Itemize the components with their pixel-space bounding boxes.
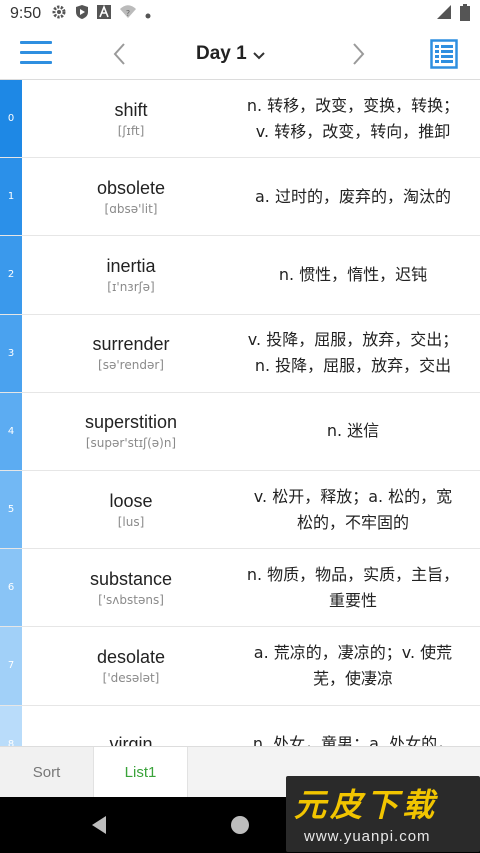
word-definition: n. 物质，物品，实质，主旨，重要性 bbox=[246, 564, 460, 610]
dot-icon bbox=[145, 5, 151, 23]
chevron-left-icon[interactable] bbox=[106, 40, 134, 68]
word-text: shift bbox=[114, 99, 148, 120]
word-definition: v. 投降，屈服，放弃，交出；n. 投降，屈服，放弃，交出 bbox=[247, 330, 459, 376]
home-circle-icon[interactable] bbox=[231, 816, 249, 834]
word-phonetic: [ɑbsə'lit] bbox=[104, 201, 158, 216]
word-text: substance bbox=[89, 568, 173, 589]
word-index: 1 bbox=[0, 158, 22, 236]
word-definition: n. 转移，改变，变换，转换；v. 转移，改变，转向，推卸 bbox=[246, 95, 460, 141]
word-phonetic: ['desələt] bbox=[102, 670, 160, 685]
watermark-logo: 元皮下载 bbox=[294, 786, 439, 824]
signal-icon bbox=[436, 4, 452, 24]
word-cell: virgin bbox=[22, 706, 240, 746]
watermark: 元皮下载 www.yuanpi.com bbox=[286, 776, 480, 852]
word-cell: surrender [sə'rendər] bbox=[22, 315, 240, 392]
definition-cell: v. 松开，释放；a. 松的，宽松的，不牢固的 bbox=[240, 471, 480, 548]
word-row[interactable]: 6 substance ['sʌbstəns] n. 物质，物品，实质，主旨，重要性 bbox=[0, 549, 480, 628]
app-a-icon bbox=[97, 4, 112, 23]
app-bar: Day 1 bbox=[0, 28, 480, 80]
wifi-question-icon: ? bbox=[119, 5, 137, 23]
status-time: 9:50 bbox=[10, 5, 42, 22]
word-definition: n. 迷信 bbox=[326, 421, 380, 441]
definition-cell: a. 过时的，废弃的，淘汰的 bbox=[240, 158, 480, 235]
word-row[interactable]: 8 virgin n. 处女，童男；a. 处女的， bbox=[0, 705, 480, 746]
word-cell: obsolete [ɑbsə'lit] bbox=[22, 158, 240, 235]
word-index: 2 bbox=[0, 236, 22, 314]
day-selector[interactable]: Day 1 bbox=[196, 40, 296, 68]
word-index: 0 bbox=[0, 80, 22, 158]
tab-list1[interactable]: List1 bbox=[94, 747, 188, 797]
word-text: surrender bbox=[92, 334, 170, 355]
word-text: loose bbox=[109, 490, 153, 511]
word-cell: substance ['sʌbstəns] bbox=[22, 549, 240, 626]
status-bar: 9:50 ? bbox=[0, 0, 480, 28]
battery-icon bbox=[460, 3, 470, 25]
word-row[interactable]: 4 superstition [supər'stɪʃ(ə)n] n. 迷信 bbox=[0, 392, 480, 471]
word-index: 3 bbox=[0, 314, 22, 392]
word-phonetic: [sə'rendər] bbox=[98, 358, 164, 373]
word-index: 5 bbox=[0, 470, 22, 549]
word-row[interactable]: 5 loose [lus] v. 松开，释放；a. 松的，宽松的，不牢固的 bbox=[0, 470, 480, 550]
word-index: 7 bbox=[0, 627, 22, 705]
word-list[interactable]: 0 shift [ʃɪft] n. 转移，改变，变换，转换；v. 转移，改变，转向，推… bbox=[0, 80, 480, 746]
tab-sort[interactable]: Sort bbox=[0, 747, 94, 797]
word-cell: inertia [ɪ'nɜrʃə] bbox=[22, 236, 240, 313]
hamburger-menu-icon[interactable] bbox=[20, 41, 52, 67]
gear-icon bbox=[51, 4, 67, 24]
definition-cell: n. 迷信 bbox=[240, 393, 480, 470]
word-text: inertia bbox=[106, 255, 156, 276]
word-index: 6 bbox=[0, 549, 22, 627]
definition-cell: a. 荒凉的，凄凉的；v. 使荒芜，使凄凉 bbox=[240, 627, 480, 704]
word-phonetic: [supər'stɪʃ(ə)n] bbox=[85, 436, 177, 451]
shield-icon bbox=[75, 4, 89, 24]
word-definition: v. 松开，释放；a. 松的，宽松的，不牢固的 bbox=[253, 486, 453, 532]
word-cell: superstition [supər'stɪʃ(ə)n] bbox=[22, 393, 240, 470]
word-definition: a. 过时的，废弃的，淘汰的 bbox=[255, 186, 451, 206]
back-triangle-icon[interactable] bbox=[90, 815, 108, 839]
word-text: virgin bbox=[109, 734, 153, 746]
word-text: superstition bbox=[84, 412, 178, 433]
word-phonetic: [lus] bbox=[117, 514, 145, 529]
word-index: 4 bbox=[0, 392, 22, 470]
chevron-down-icon bbox=[252, 46, 266, 65]
list-view-icon[interactable] bbox=[430, 39, 458, 69]
definition-cell: n. 物质，物品，实质，主旨，重要性 bbox=[240, 549, 480, 626]
word-row[interactable]: 1 obsolete [ɑbsə'lit] a. 过时的，废弃的，淘汰的 bbox=[0, 158, 480, 237]
word-index: 8 bbox=[0, 705, 22, 746]
definition-cell: v. 投降，屈服，放弃，交出；n. 投降，屈服，放弃，交出 bbox=[240, 315, 480, 392]
svg-text:?: ? bbox=[126, 9, 130, 18]
word-phonetic: [ɪ'nɜrʃə] bbox=[107, 279, 155, 294]
definition-cell: n. 转移，改变，变换，转换；v. 转移，改变，转向，推卸 bbox=[240, 80, 480, 157]
word-definition: n. 惯性，惰性，迟钝 bbox=[278, 264, 428, 284]
word-row[interactable]: 3 surrender [sə'rendər] v. 投降，屈服，放弃，交出；n. 投… bbox=[0, 314, 480, 393]
word-cell: shift [ʃɪft] bbox=[22, 80, 240, 157]
word-cell: loose [lus] bbox=[22, 471, 240, 548]
word-definition: n. 处女，童男；a. 处女的， bbox=[252, 734, 454, 746]
status-right bbox=[436, 3, 470, 25]
word-row[interactable]: 0 shift [ʃɪft] n. 转移，改变，变换，转换；v. 转移，改变，转向，推… bbox=[0, 80, 480, 159]
word-phonetic: ['sʌbstəns] bbox=[98, 592, 164, 607]
word-definition: a. 荒凉的，凄凉的；v. 使荒芜，使凄凉 bbox=[253, 642, 453, 688]
watermark-url: www.yuanpi.com bbox=[304, 828, 431, 845]
page-title: Day 1 bbox=[196, 43, 247, 64]
definition-cell: n. 处女，童男；a. 处女的， bbox=[240, 706, 480, 746]
word-phonetic: [ʃɪft] bbox=[117, 123, 145, 138]
word-text: obsolete bbox=[96, 177, 166, 198]
word-cell: desolate ['desələt] bbox=[22, 627, 240, 704]
word-text: desolate bbox=[96, 646, 166, 667]
chevron-right-icon[interactable] bbox=[344, 40, 372, 68]
definition-cell: n. 惯性，惰性，迟钝 bbox=[240, 236, 480, 313]
word-row[interactable]: 7 desolate ['desələt] a. 荒凉的，凄凉的；v. 使荒芜，使凄凉 bbox=[0, 627, 480, 706]
word-row[interactable]: 2 inertia [ɪ'nɜrʃə] n. 惯性，惰性，迟钝 bbox=[0, 236, 480, 315]
